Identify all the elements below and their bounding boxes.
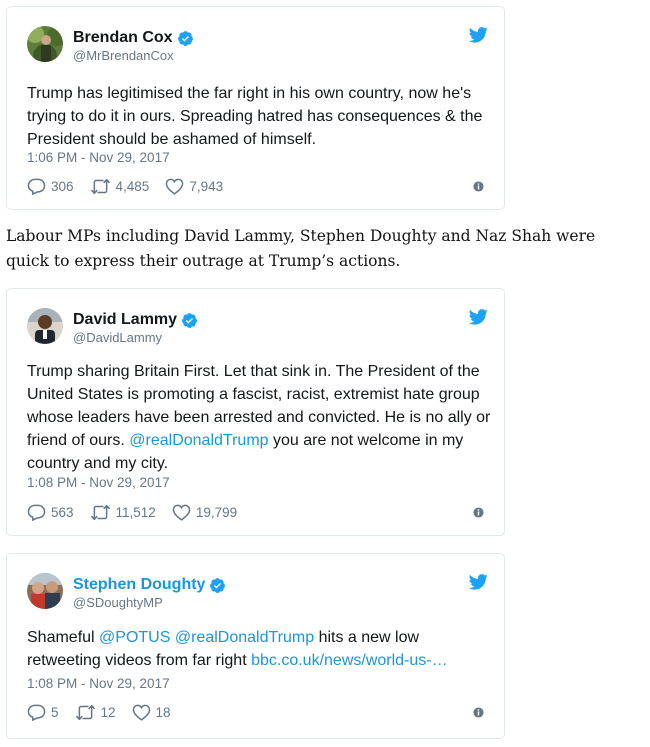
verified-badge-icon [177,30,194,47]
like-count: 19,799 [195,505,238,520]
like-button[interactable]: 7,943 [165,178,223,195]
reply-count: 5 [51,705,59,720]
retweet-count: 4,485 [115,179,150,194]
tweet-text: Trump has legitimised the far right in h… [27,85,483,148]
verified-badge-icon [181,312,198,329]
reply-icon [27,178,46,195]
tweet-actions: 563 11,512 19,799 [27,504,253,521]
like-heart-icon [172,504,191,521]
like-count: 18 [155,705,171,720]
reply-button[interactable]: 306 [27,178,74,195]
reply-icon [27,704,46,721]
embedded-tweet-brendan-cox[interactable]: Brendan Cox @MrBrendanCox Trump has legi… [6,6,505,210]
author-handle[interactable]: @DavidLammy [73,330,162,346]
embedded-tweet-david-lammy[interactable]: David Lammy @DavidLammy Trump sharing Br… [6,288,505,536]
author-handle[interactable]: @MrBrendanCox [73,48,174,64]
reply-count: 563 [51,505,74,520]
tweet-text: Shameful @POTUS @realDonaldTrump hits a … [27,626,467,672]
retweet-icon [90,504,111,521]
retweet-count: 11,512 [115,505,156,520]
retweet-button[interactable]: 4,485 [90,178,150,195]
url-link[interactable]: bbc.co.uk/news/world-us-… [251,652,448,669]
like-heart-icon [132,704,151,721]
tweet-text-part: Shameful [27,629,100,646]
retweet-button[interactable]: 12 [75,704,116,721]
author-name[interactable]: David Lammy [73,310,177,330]
reply-button[interactable]: 563 [27,504,74,521]
info-icon[interactable] [473,181,484,192]
author-handle[interactable]: @SDoughtyMP [73,595,163,611]
twitter-bird-icon[interactable] [469,309,488,325]
tweet-actions: 5 12 18 [27,704,187,721]
author-name[interactable]: Stephen Doughty [73,575,205,595]
avatar[interactable] [27,26,63,62]
tweet-timestamp[interactable]: 1:08 PM - Nov 29, 2017 [27,676,170,691]
retweet-count: 12 [100,705,116,720]
mention-link[interactable]: @POTUS [99,629,170,646]
reply-icon [27,504,46,521]
reply-count: 306 [51,179,74,194]
tweet-text: Trump sharing Britain First. Let that si… [27,360,492,475]
mention-link[interactable]: @realDonaldTrump [129,432,268,449]
embedded-tweet-stephen-doughty[interactable]: Stephen Doughty @SDoughtyMP Shameful @PO… [6,553,505,739]
info-icon[interactable] [473,507,484,518]
retweet-icon [75,704,96,721]
like-button[interactable]: 18 [132,704,171,721]
info-icon[interactable] [473,707,484,718]
retweet-button[interactable]: 11,512 [90,504,156,521]
avatar[interactable] [27,573,63,609]
tweet-actions: 306 4,485 7,943 [27,178,239,195]
author-name[interactable]: Brendan Cox [73,28,173,48]
avatar[interactable] [27,308,63,344]
article-paragraph: Labour MPs including David Lammy, Stephe… [6,227,596,270]
twitter-bird-icon[interactable] [469,27,488,43]
like-button[interactable]: 19,799 [172,504,237,521]
twitter-bird-icon[interactable] [469,574,488,590]
tweet-timestamp[interactable]: 1:08 PM - Nov 29, 2017 [27,475,170,490]
retweet-icon [90,178,111,195]
tweet-timestamp[interactable]: 1:06 PM - Nov 29, 2017 [27,150,170,165]
like-heart-icon [165,178,184,195]
reply-button[interactable]: 5 [27,704,59,721]
like-count: 7,943 [189,179,224,194]
verified-badge-icon [209,577,226,594]
mention-link[interactable]: @realDonaldTrump [175,629,314,646]
